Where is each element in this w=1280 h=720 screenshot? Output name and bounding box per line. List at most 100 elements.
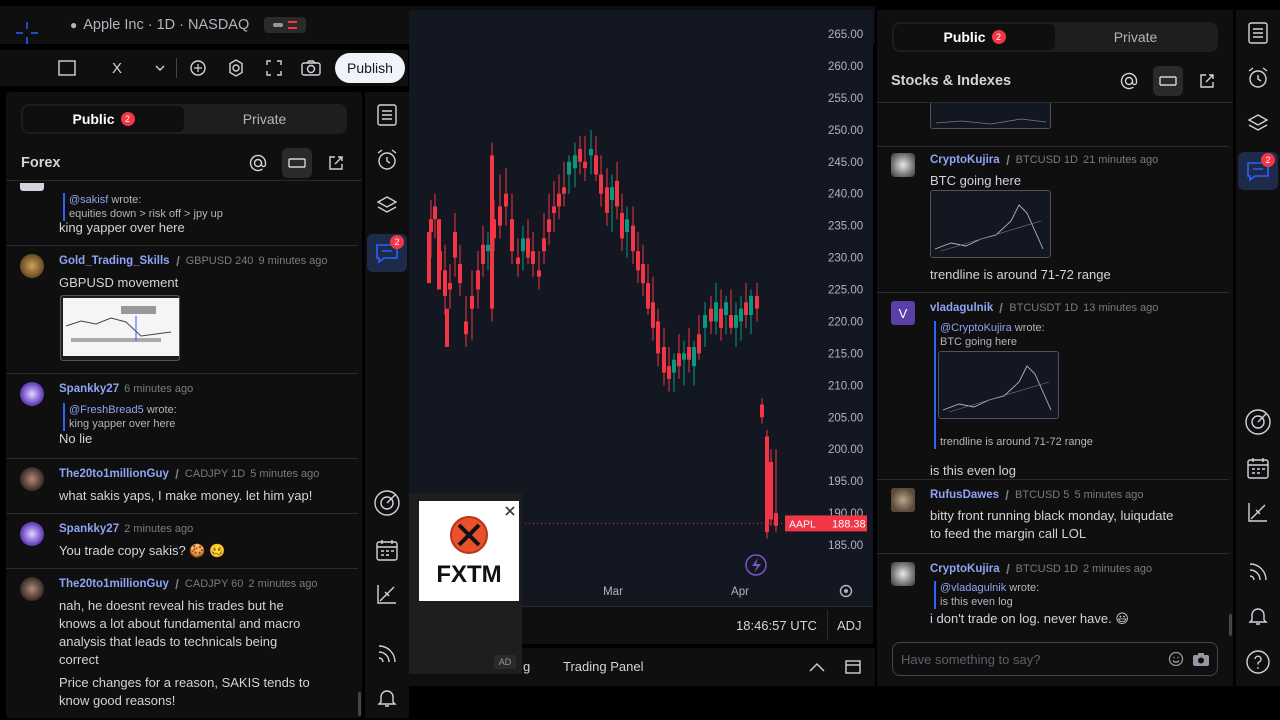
candle-body[interactable]: [769, 461, 773, 520]
message-author[interactable]: CryptoKujira: [930, 563, 1000, 575]
maximize-panel-icon[interactable]: [843, 657, 863, 677]
chevron-down-icon[interactable]: [149, 57, 171, 79]
avatar[interactable]: [891, 153, 915, 177]
adj-toggle[interactable]: ADJ: [837, 618, 862, 633]
message-symbol[interactable]: BTCUSD 1D: [1016, 154, 1078, 166]
candle-body[interactable]: [646, 283, 650, 309]
candle-body[interactable]: [774, 513, 778, 526]
candle-body[interactable]: [562, 187, 566, 194]
toggle-rooms-icon[interactable]: [282, 148, 312, 178]
tab-public[interactable]: Public 2: [23, 106, 184, 132]
candle-body[interactable]: [504, 193, 508, 207]
candle-body[interactable]: [476, 270, 480, 290]
chart-snapshot-thumbnail[interactable]: [930, 103, 1051, 129]
popout-icon[interactable]: [321, 148, 351, 178]
tab-private[interactable]: Private: [1055, 24, 1216, 50]
candle-body[interactable]: [557, 193, 561, 207]
candle-body[interactable]: [682, 353, 686, 360]
candle-body[interactable]: [510, 219, 514, 252]
candle-body[interactable]: [620, 212, 624, 239]
tab-private[interactable]: Private: [184, 106, 345, 132]
watchlist-icon[interactable]: [373, 101, 401, 129]
mention-icon[interactable]: [1114, 66, 1144, 96]
app-logo-icon[interactable]: [14, 20, 40, 46]
candle-body[interactable]: [765, 436, 769, 533]
candle-body[interactable]: [429, 219, 433, 233]
message-author[interactable]: Spankky27: [59, 523, 119, 535]
message-author[interactable]: RufusDawes: [930, 489, 999, 501]
candle-body[interactable]: [677, 353, 681, 367]
quote-user[interactable]: @FreshBread5: [69, 404, 144, 416]
candle-body[interactable]: [448, 283, 452, 290]
message-symbol[interactable]: BTCUSD 5: [1015, 489, 1069, 501]
fullscreen-icon[interactable]: [263, 57, 285, 79]
message-author[interactable]: CryptoKujira: [930, 154, 1000, 166]
alarm-clock-icon[interactable]: [373, 146, 401, 174]
candle-body[interactable]: [589, 148, 593, 156]
candle-body[interactable]: [594, 155, 598, 175]
candle-body[interactable]: [567, 161, 571, 175]
message-symbol[interactable]: CADJPY 60: [185, 578, 244, 590]
candle-body[interactable]: [724, 302, 728, 316]
notification-bell-icon[interactable]: [1244, 602, 1272, 630]
candle-body[interactable]: [470, 295, 474, 309]
candle-body[interactable]: [433, 206, 437, 220]
help-icon[interactable]: [1244, 648, 1272, 676]
avatar[interactable]: [20, 254, 44, 278]
candle-body[interactable]: [610, 187, 614, 201]
ad-close-icon[interactable]: [500, 501, 519, 520]
candle-body[interactable]: [458, 263, 462, 284]
candle-body[interactable]: [437, 219, 441, 290]
quote-user[interactable]: @vladagulnik: [940, 582, 1006, 594]
candle-body[interactable]: [734, 315, 738, 328]
candle-body[interactable]: [744, 302, 748, 316]
candle-body[interactable]: [573, 155, 577, 169]
candle-body[interactable]: [755, 295, 759, 309]
candle-body[interactable]: [583, 161, 587, 169]
message-composer[interactable]: [892, 642, 1218, 676]
candle-body[interactable]: [625, 219, 629, 233]
candle-body[interactable]: [498, 206, 502, 226]
candle-body[interactable]: [656, 321, 660, 354]
candle-body[interactable]: [531, 251, 535, 264]
avatar[interactable]: [891, 488, 915, 512]
watchlist-icon[interactable]: [1244, 19, 1272, 47]
message-author[interactable]: Spankky27: [59, 383, 119, 395]
candle-body[interactable]: [526, 238, 530, 258]
camera-icon[interactable]: [1192, 650, 1210, 668]
candle-body[interactable]: [697, 334, 701, 354]
quote-user[interactable]: @CryptoKujira: [940, 322, 1012, 334]
candle-body[interactable]: [453, 232, 457, 258]
avatar[interactable]: [20, 467, 44, 491]
chart-snapshot-thumbnail[interactable]: [930, 190, 1051, 258]
avatar[interactable]: [20, 382, 44, 406]
alarm-clock-icon[interactable]: [1244, 64, 1272, 92]
tab-public[interactable]: Public 2: [894, 24, 1055, 50]
candle-body[interactable]: [719, 308, 723, 328]
candle-body[interactable]: [692, 346, 696, 367]
tab-partial[interactable]: g: [523, 659, 530, 674]
candle-body[interactable]: [739, 308, 743, 322]
candle-body[interactable]: [687, 346, 691, 360]
candle-body[interactable]: [667, 366, 671, 379]
candle-body[interactable]: [443, 270, 447, 296]
target-icon[interactable]: [1244, 408, 1272, 436]
quote-user[interactable]: @sakisf: [69, 194, 108, 206]
candle-body[interactable]: [615, 180, 619, 207]
room-title[interactable]: Forex: [21, 155, 61, 171]
publish-button[interactable]: Publish: [335, 53, 405, 83]
message-author[interactable]: Gold_Trading_Skills: [59, 255, 170, 267]
tab-trading-panel[interactable]: Trading Panel: [563, 659, 643, 674]
scrollbar[interactable]: [358, 692, 361, 716]
message-symbol[interactable]: BTCUSDT 1D: [1009, 302, 1078, 314]
candle-body[interactable]: [651, 302, 655, 328]
avatar[interactable]: [20, 522, 44, 546]
avatar[interactable]: [20, 577, 44, 601]
candle-body[interactable]: [749, 295, 753, 316]
candle-body[interactable]: [547, 219, 551, 233]
chevron-up-icon[interactable]: [807, 657, 827, 677]
notification-bell-icon[interactable]: [373, 684, 401, 712]
candle-body[interactable]: [662, 346, 666, 373]
layers-icon[interactable]: [373, 192, 401, 220]
target-icon[interactable]: [373, 489, 401, 517]
